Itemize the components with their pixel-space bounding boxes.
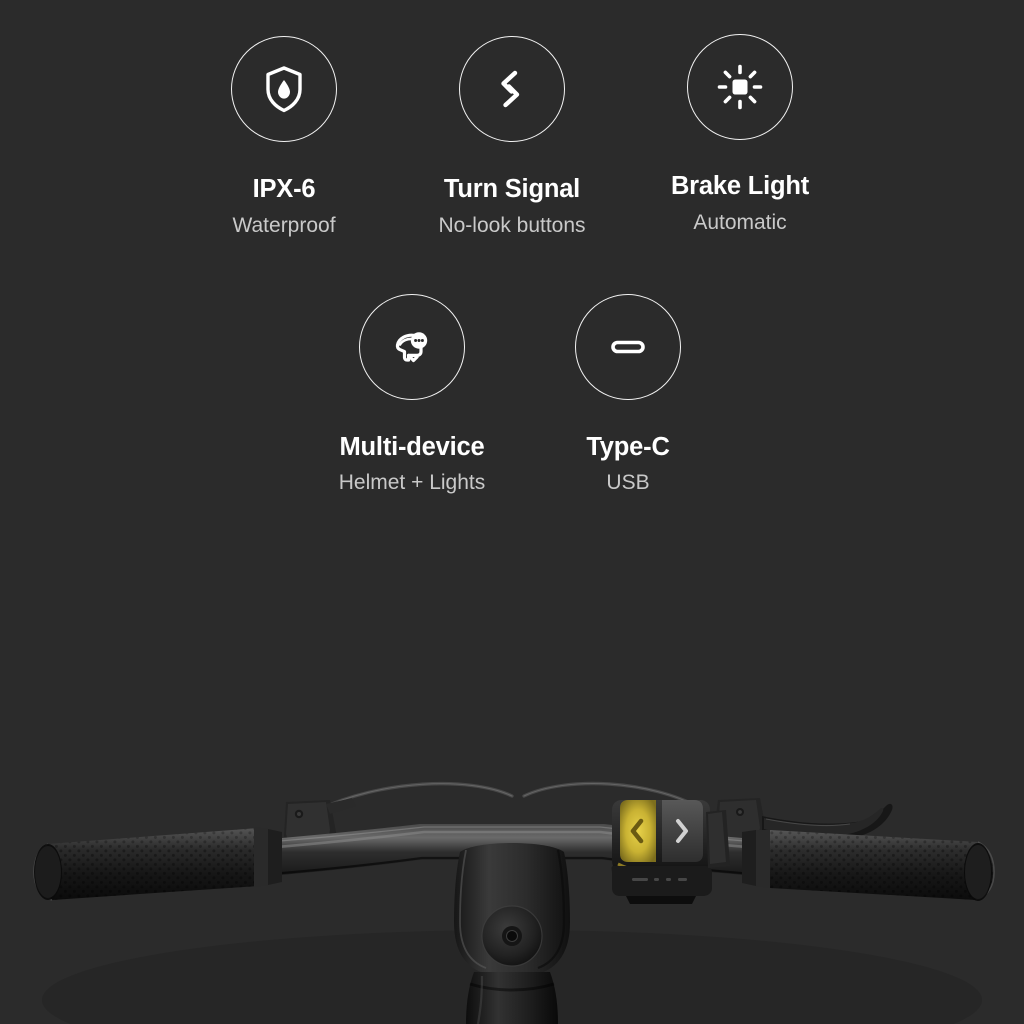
feature-grid: IPX-6 Waterproof Turn Signal No-look but…	[0, 0, 1024, 493]
handlebar-illustration	[0, 700, 1024, 1024]
turn-signal-chevrons-icon	[501, 70, 520, 108]
feature-icon-circle	[687, 34, 793, 140]
turn-signal-control-module[interactable]	[611, 800, 713, 904]
module-mount-collar	[706, 810, 730, 868]
feature-subtitle: Automatic	[693, 210, 787, 234]
usb-type-c-port-icon	[611, 340, 645, 353]
feature-title: Multi-device	[339, 432, 485, 461]
feature-ipx6: IPX-6 Waterproof	[170, 36, 398, 236]
steering-stem	[454, 843, 570, 1024]
feature-brake-light: Brake Light Automatic	[626, 34, 854, 236]
feature-icon-circle	[359, 293, 465, 400]
right-turn-signal-button[interactable]	[662, 800, 703, 862]
feature-subtitle: USB	[606, 471, 650, 494]
feature-multi-device: Multi-device Helmet + Lights	[296, 293, 528, 494]
electric-scooter-handlebar	[0, 700, 1024, 1024]
feature-title: Turn Signal	[443, 175, 581, 203]
left-turn-signal-button[interactable]	[620, 800, 656, 862]
feature-row-secondary: Multi-device Helmet + Lights Type-C USB	[0, 236, 1024, 494]
feature-turn-signal: Turn Signal No-look buttons	[398, 36, 626, 236]
feature-subtitle: Helmet + Lights	[338, 471, 486, 494]
feature-icon-circle	[575, 293, 681, 400]
feature-title: Brake Light	[670, 172, 810, 200]
product-feature-page: IPX-6 Waterproof Turn Signal No-look but…	[0, 0, 1024, 1024]
shield-droplet-icon	[266, 66, 302, 113]
feature-type-c: Type-C USB	[528, 293, 728, 494]
feature-subtitle: Waterproof	[232, 213, 336, 237]
feature-title: Type-C	[586, 432, 670, 461]
feature-icon-circle	[459, 36, 565, 142]
feature-subtitle: No-look buttons	[438, 213, 586, 237]
brake-light-rays-icon	[717, 64, 763, 110]
feature-title: IPX-6	[252, 175, 316, 203]
feature-icon-circle	[231, 36, 337, 142]
helmet-signal-icon	[395, 331, 428, 362]
feature-row-primary: IPX-6 Waterproof Turn Signal No-look but…	[0, 0, 1024, 236]
